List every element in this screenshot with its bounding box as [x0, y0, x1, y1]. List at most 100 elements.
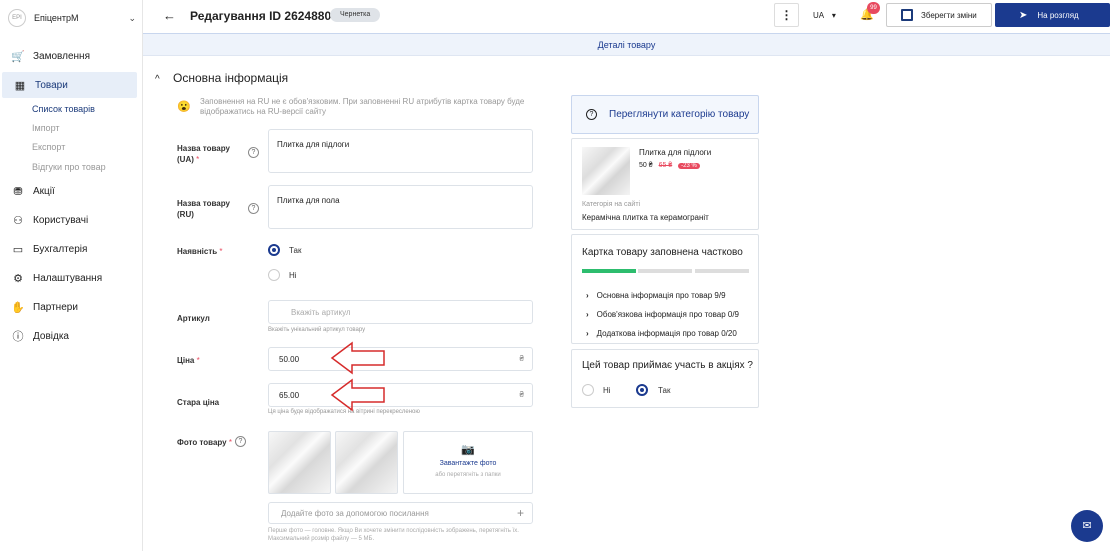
help-icon[interactable]: ?: [248, 147, 259, 158]
chevron-down-icon: ⌄: [128, 12, 136, 23]
completeness-title: Картка товару заповнена частково: [582, 247, 743, 258]
completeness-row[interactable]: › Обов'язкова інформація про товар 0/9: [586, 310, 739, 319]
section-title: Основна інформація: [173, 71, 289, 85]
sidebar-sub-reviews[interactable]: Відгуки про товар: [32, 162, 106, 172]
caret-down-icon: ▾: [831, 11, 836, 20]
availability-label: Наявність *: [177, 247, 223, 256]
more-menu-button[interactable]: ⋮: [774, 3, 799, 27]
label-text: Фото товару: [177, 438, 227, 447]
language-value: UA: [813, 11, 824, 20]
users-icon: ⚇: [13, 214, 23, 227]
back-arrow-icon[interactable]: ←: [163, 8, 176, 23]
product-photo[interactable]: [268, 431, 331, 494]
promotion-no-radio[interactable]: [582, 384, 594, 396]
help-icon: ⓘ: [12, 331, 24, 343]
availability-no-radio[interactable]: [268, 269, 280, 281]
status-badge: Чернетка: [330, 8, 381, 22]
account-switcher[interactable]: EPI ЕпіцентрМ ⌄: [8, 8, 136, 28]
help-icon[interactable]: ?: [235, 436, 246, 447]
promotion-yes-radio[interactable]: [636, 384, 648, 396]
label-text: Наявність: [177, 247, 218, 256]
sidebar-item-label: Користувачі: [33, 214, 89, 226]
price-input[interactable]: 50.00 ₴: [268, 347, 533, 371]
sidebar-item-settings[interactable]: ⚙ Налаштування: [0, 265, 143, 291]
page-title: Редагування ID 26248808: [190, 9, 338, 23]
chat-icon: ✉: [1082, 520, 1092, 532]
store-name: ЕпіцентрМ: [34, 13, 79, 23]
sidebar-item-label: Акції: [33, 185, 55, 197]
sidebar-sub-export[interactable]: Експорт: [32, 142, 65, 152]
old-price-input[interactable]: 65.00 ₴: [268, 383, 533, 407]
name-ru-field[interactable]: Плитка для пола: [268, 185, 533, 229]
chevron-right-icon: ›: [586, 329, 589, 338]
ru-note: Заповнення на RU не є обов'язковим. При …: [200, 97, 525, 116]
photo-label: Фото товару *: [177, 438, 232, 447]
name-ua-label: Назва товару (UA) *: [177, 144, 230, 164]
sidebar: EPI ЕпіцентрМ ⌄ 🛒 Замовлення ▦ Товари Сп…: [0, 0, 143, 551]
plus-icon[interactable]: +: [517, 506, 524, 520]
old-price-label: Стара ціна: [177, 398, 220, 407]
photo-upload-area[interactable]: 📷 Завантажте фото або перетягніть з папк…: [403, 431, 533, 494]
cart-icon: 🛒: [11, 50, 25, 63]
category-value: Керамічна плитка та керамограніт: [582, 213, 709, 222]
handshake-icon: ✋: [11, 301, 25, 314]
completeness-row[interactable]: › Основна інформація про товар 9/9: [586, 291, 726, 300]
section-header[interactable]: ^ Основна інформація: [155, 71, 288, 85]
availability-no-label: Ні: [289, 271, 297, 280]
chat-button[interactable]: ✉: [1071, 510, 1103, 542]
sidebar-item-orders[interactable]: 🛒 Замовлення: [0, 43, 143, 69]
wallet-icon: ▭: [12, 243, 24, 256]
sidebar-item-label: Бухгалтерія: [33, 243, 88, 255]
old-price-value: 65.00: [279, 391, 300, 400]
top-bar: ← Редагування ID 26248808 Чернетка ⋮ UA …: [143, 0, 1110, 32]
name-ua-field[interactable]: Плитка для підлоги: [268, 129, 533, 173]
language-select[interactable]: UA ▾: [813, 11, 836, 20]
sidebar-item-users[interactable]: ⚇ Користувачі: [0, 207, 143, 233]
save-button[interactable]: Зберегти зміни: [886, 3, 992, 27]
sku-label: Артикул: [177, 314, 210, 323]
upload-sub: або перетягніть з папки: [435, 472, 501, 478]
sku-input[interactable]: Вкажіть артикул: [268, 300, 533, 324]
currency-symbol: ₴: [519, 354, 524, 363]
sidebar-sub-product-list[interactable]: Список товарів: [32, 104, 95, 114]
save-icon: [901, 9, 913, 21]
chevron-right-icon: ›: [586, 291, 589, 300]
progress-segment: [638, 269, 692, 273]
sidebar-item-help[interactable]: ⓘ Довідка: [0, 323, 143, 349]
photo-url-input[interactable]: Додайте фото за допомогою посилання +: [268, 502, 533, 524]
help-icon[interactable]: ?: [248, 203, 259, 214]
progress-segment: [582, 269, 636, 273]
chevron-right-icon: ›: [586, 310, 589, 319]
availability-yes-label: Так: [289, 246, 302, 255]
annotation-arrow: [330, 378, 385, 412]
info-emoji-icon: 😮: [177, 101, 191, 113]
question-icon: ?: [586, 109, 597, 120]
preview-old-price: 65 ₴: [658, 162, 673, 169]
category-label: Категорія на сайті: [582, 201, 641, 208]
sidebar-item-label: Замовлення: [33, 50, 90, 62]
sidebar-item-label: Товари: [35, 79, 68, 91]
photo-url-placeholder: Додайте фото за допомогою посилання: [281, 509, 429, 518]
sidebar-sub-import[interactable]: Імпорт: [32, 123, 60, 133]
product-photo[interactable]: [335, 431, 398, 494]
view-category-button[interactable]: ? Переглянути категорію товару: [571, 95, 759, 134]
row-label: Обов'язкова інформація про товар 0/9: [596, 310, 739, 319]
progress-segment: [695, 269, 749, 273]
availability-yes-radio[interactable]: [268, 244, 280, 256]
label-text: Назва товару (UA): [177, 144, 230, 164]
promotion-card: Цей товар приймає участь в акціях ? Ні Т…: [571, 349, 759, 408]
submit-review-button[interactable]: ➤ На розгляд: [995, 3, 1110, 27]
sidebar-item-partners[interactable]: ✋ Партнери: [0, 294, 143, 320]
tab-product-details[interactable]: Деталі товару: [143, 33, 1110, 56]
row-label: Додаткова інформація про товар 0/20: [596, 329, 737, 338]
sidebar-item-accounting[interactable]: ▭ Бухгалтерія: [0, 236, 143, 262]
promo-icon: ⛃: [13, 185, 23, 198]
sidebar-item-label: Налаштування: [33, 272, 103, 284]
promotion-yes-label: Так: [658, 386, 671, 395]
preview-image: [582, 147, 630, 195]
sidebar-item-promotions[interactable]: ⛃ Акції: [0, 178, 143, 204]
completeness-row[interactable]: › Додаткова інформація про товар 0/20: [586, 329, 737, 338]
gear-icon: ⚙: [13, 272, 23, 285]
sidebar-item-label: Партнери: [33, 301, 78, 313]
sidebar-item-products[interactable]: ▦ Товари: [2, 72, 137, 98]
